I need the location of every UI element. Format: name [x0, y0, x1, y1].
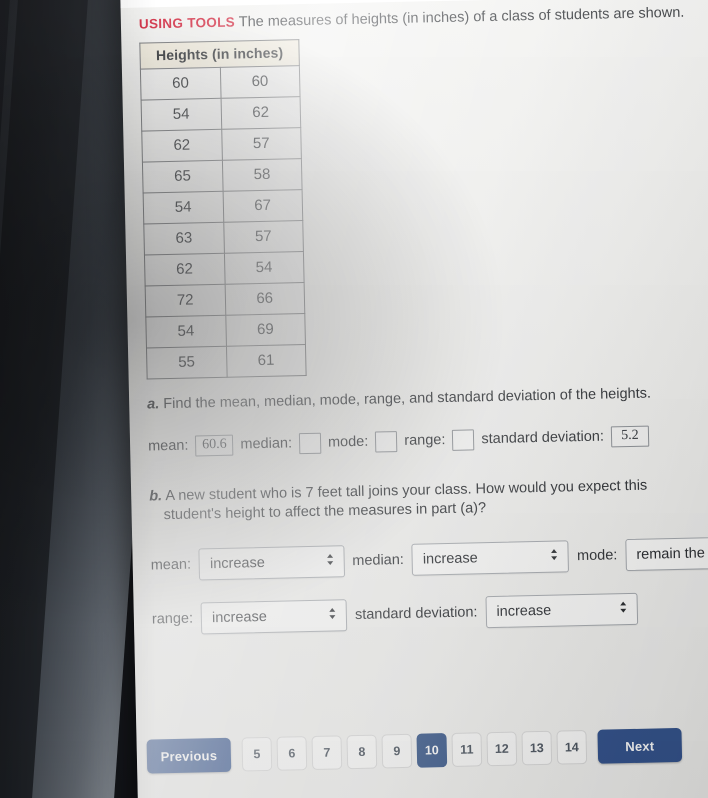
page-button-7[interactable]: 7 [311, 735, 343, 770]
table-row: 60 60 [140, 65, 301, 100]
table-cell: 72 [145, 284, 226, 317]
range-label: range: [404, 432, 446, 450]
range-dropdown-label: range: [151, 610, 194, 628]
part-a-text: Find the mean, median, mode, range, and … [163, 385, 652, 412]
mode-dropdown-label: mode: [576, 547, 618, 565]
chevron-updown-icon [324, 552, 335, 572]
table-cell: 54 [141, 98, 222, 131]
heights-table-wrapper: Heights (in inches) 60 60 54 62 62 57 65… [139, 39, 307, 379]
median-input[interactable] [298, 432, 322, 455]
page-button-6[interactable]: 6 [276, 736, 308, 771]
table-cell: 60 [219, 65, 301, 99]
part-b-dropdown-row-1: mean: increase median: increase mode: re… [150, 536, 708, 582]
prompt-text: The measures of heights (in inches) of a… [238, 4, 685, 31]
table-cell: 57 [223, 220, 304, 254]
mean-dropdown-label: mean: [150, 556, 192, 574]
standard-deviation-input[interactable]: 5.2 [610, 425, 650, 448]
table-row: 65 58 [142, 158, 303, 193]
page-button-8[interactable]: 8 [346, 734, 378, 770]
previous-button[interactable]: Previous [146, 737, 232, 774]
table-row: 72 66 [145, 282, 305, 317]
table-row: 63 57 [143, 220, 304, 255]
problem-body: USING TOOLS The measures of heights (in … [139, 2, 708, 636]
table-row: 55 61 [146, 344, 307, 379]
worksheet-page: Listen USING TOOLS The measures of heigh… [120, 0, 708, 798]
range-dropdown[interactable]: increase [200, 599, 348, 635]
standard-deviation-dropdown[interactable]: increase [485, 593, 638, 629]
table-cell: 54 [145, 315, 226, 348]
part-b-text-line2: student's height to affect the measures … [163, 500, 487, 524]
photo-backdrop: Listen USING TOOLS The measures of heigh… [0, 0, 708, 798]
part-b-question: b. A new student who is 7 feet tall join… [149, 474, 708, 526]
median-dropdown-label: median: [352, 552, 405, 570]
problem-prompt: USING TOOLS The measures of heights (in … [139, 2, 708, 34]
standard-deviation-label: standard deviation: [481, 429, 605, 448]
table-cell: 63 [143, 222, 224, 255]
table-cell: 62 [141, 129, 222, 162]
table-cell: 65 [142, 160, 223, 193]
mean-input[interactable]: 60.6 [195, 434, 234, 457]
table-cell: 54 [143, 191, 224, 224]
table-cell: 60 [140, 67, 221, 100]
part-b-dropdown-row-2: range: increase standard deviation: incr… [152, 590, 708, 636]
table-cell: 55 [146, 346, 227, 379]
median-dropdown-value: increase [422, 550, 478, 568]
table-cell: 61 [225, 344, 307, 378]
part-a-question: a. Find the mean, median, mode, range, a… [147, 382, 708, 415]
using-tools-tag: USING TOOLS [138, 14, 236, 32]
mean-dropdown-value: increase [209, 555, 266, 573]
table-header-cell: Heights (in inches) [139, 39, 300, 69]
mean-label: mean: [147, 438, 189, 455]
table-header-row: Heights (in inches) [139, 39, 300, 69]
next-button[interactable]: Next [597, 727, 683, 764]
table-row: 54 67 [143, 189, 303, 224]
median-label: median: [240, 435, 293, 453]
page-button-9[interactable]: 9 [381, 733, 413, 769]
page-button-13[interactable]: 13 [521, 730, 553, 766]
table-cell: 58 [221, 158, 303, 192]
table-cell: 67 [222, 189, 303, 223]
range-input[interactable] [452, 429, 475, 451]
range-dropdown-value: increase [211, 609, 268, 627]
page-button-5[interactable]: 5 [241, 736, 273, 772]
part-b-label: b. [149, 488, 163, 505]
heights-table: Heights (in inches) 60 60 54 62 62 57 65… [139, 39, 307, 379]
chevron-updown-icon [327, 606, 338, 626]
standard-deviation-dropdown-label: standard deviation: [354, 604, 478, 624]
mean-dropdown[interactable]: increase [198, 545, 345, 581]
median-dropdown[interactable]: increase [411, 540, 570, 576]
mode-dropdown[interactable]: remain the sa [625, 536, 708, 572]
page-number-list: 5 6 7 8 9 10 11 12 13 14 [241, 730, 588, 772]
table-body: 60 60 54 62 62 57 65 58 54 67 63 57 62 5… [140, 65, 307, 379]
chevron-updown-icon [617, 599, 628, 619]
pagination-bar: Previous 5 6 7 8 9 10 11 12 13 14 Next [137, 725, 708, 798]
mode-dropdown-value: remain the sa [636, 545, 708, 564]
table-cell: 69 [225, 313, 306, 347]
page-button-12[interactable]: 12 [486, 731, 518, 767]
table-cell: 62 [220, 96, 301, 130]
table-row: 62 54 [144, 251, 305, 286]
table-cell: 57 [221, 127, 302, 161]
part-a-label: a. [147, 396, 160, 413]
table-cell: 54 [223, 251, 305, 285]
table-row: 54 62 [141, 96, 301, 131]
page-button-11[interactable]: 11 [451, 732, 483, 767]
chevron-updown-icon [549, 547, 560, 567]
mode-input[interactable] [375, 431, 398, 453]
table-row: 54 69 [145, 313, 306, 348]
table-cell: 66 [224, 282, 305, 316]
part-b-text-line1: A new student who is 7 feet tall joins y… [165, 477, 648, 505]
part-a-answer-row: mean: 60.6 median: mode: range: standard… [148, 423, 708, 458]
table-row: 62 57 [141, 127, 302, 162]
mode-label: mode: [327, 434, 369, 452]
page-button-10[interactable]: 10 [416, 733, 448, 768]
page-button-14[interactable]: 14 [556, 730, 588, 765]
table-cell: 62 [144, 253, 225, 286]
standard-deviation-dropdown-value: increase [496, 602, 552, 621]
